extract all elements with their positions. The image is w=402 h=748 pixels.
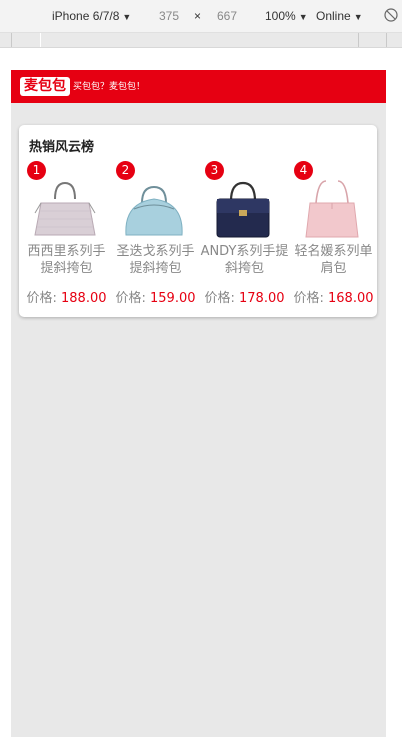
chevron-down-icon: ▼ <box>298 12 308 22</box>
chevron-down-icon: ▼ <box>122 12 132 22</box>
devtools-toolbar: iPhone 6/7/8 ▼ 375 × 667 100% ▼ Online ▼ <box>0 0 402 33</box>
rotate-icon[interactable] <box>384 8 398 22</box>
device-viewport: 麦包包 买包包？麦包包！ 热销风云榜 1 西西里系列手提斜挎包 价格: 188.… <box>11 70 386 737</box>
price-value: 159.00 <box>150 291 196 306</box>
zoom-label: 100% <box>265 9 296 23</box>
handbag-image <box>216 181 270 238</box>
device-label: iPhone 6/7/8 <box>52 9 120 23</box>
card-title: 热销风云榜 <box>29 140 95 155</box>
network-select[interactable]: Online ▼ <box>316 9 363 23</box>
price-value: 168.00 <box>328 291 374 306</box>
product-name: 圣迭戈系列手提斜挎包 <box>116 244 195 276</box>
product-name: 轻名媛系列单肩包 <box>294 244 373 276</box>
times-icon: × <box>194 9 202 23</box>
slogan: 买包包？麦包包！ <box>73 82 146 92</box>
product-price: 价格: 188.00 <box>22 291 111 307</box>
handbag-image <box>125 185 183 236</box>
price-label: 价格: <box>26 291 57 306</box>
logo[interactable]: 麦包包 <box>20 77 70 96</box>
product-item[interactable]: 2 圣迭戈系列手提斜挎包 价格: 159.00 <box>111 161 200 311</box>
price-value: 178.00 <box>239 291 285 306</box>
product-item[interactable]: 4 轻名媛系列单肩包 价格: 168.00 <box>289 161 378 311</box>
rank-badge: 2 <box>116 161 135 180</box>
brand-header: 麦包包 买包包？麦包包！ <box>11 70 386 103</box>
handbag-image <box>305 180 359 238</box>
product-name: ANDY系列手提斜挎包 <box>200 244 289 276</box>
product-price: 价格: 168.00 <box>289 291 378 307</box>
price-value: 188.00 <box>61 291 107 306</box>
width-input[interactable]: 375 <box>159 9 179 23</box>
device-select[interactable]: iPhone 6/7/8 ▼ <box>52 9 131 23</box>
product-price: 价格: 159.00 <box>111 291 200 307</box>
price-label: 价格: <box>115 291 146 306</box>
product-item[interactable]: 3 ANDY系列手提斜挎包 价格: 178.00 <box>200 161 289 311</box>
height-input[interactable]: 667 <box>217 9 237 23</box>
product-price: 价格: 178.00 <box>200 291 289 307</box>
zoom-select[interactable]: 100% ▼ <box>265 9 308 23</box>
price-label: 价格: <box>204 291 235 306</box>
rank-badge: 4 <box>294 161 313 180</box>
price-label: 价格: <box>293 291 324 306</box>
chevron-down-icon: ▼ <box>353 12 363 22</box>
rank-badge: 1 <box>27 161 46 180</box>
handbag-image <box>34 181 96 236</box>
network-label: Online <box>316 9 351 23</box>
hot-list-card: 热销风云榜 1 西西里系列手提斜挎包 价格: 188.00 2 圣迭戈系列手提斜… <box>19 125 377 317</box>
product-item[interactable]: 1 西西里系列手提斜挎包 价格: 188.00 <box>22 161 111 311</box>
rank-badge: 3 <box>205 161 224 180</box>
product-name: 西西里系列手提斜挎包 <box>27 244 106 276</box>
media-query-ruler <box>0 33 402 48</box>
